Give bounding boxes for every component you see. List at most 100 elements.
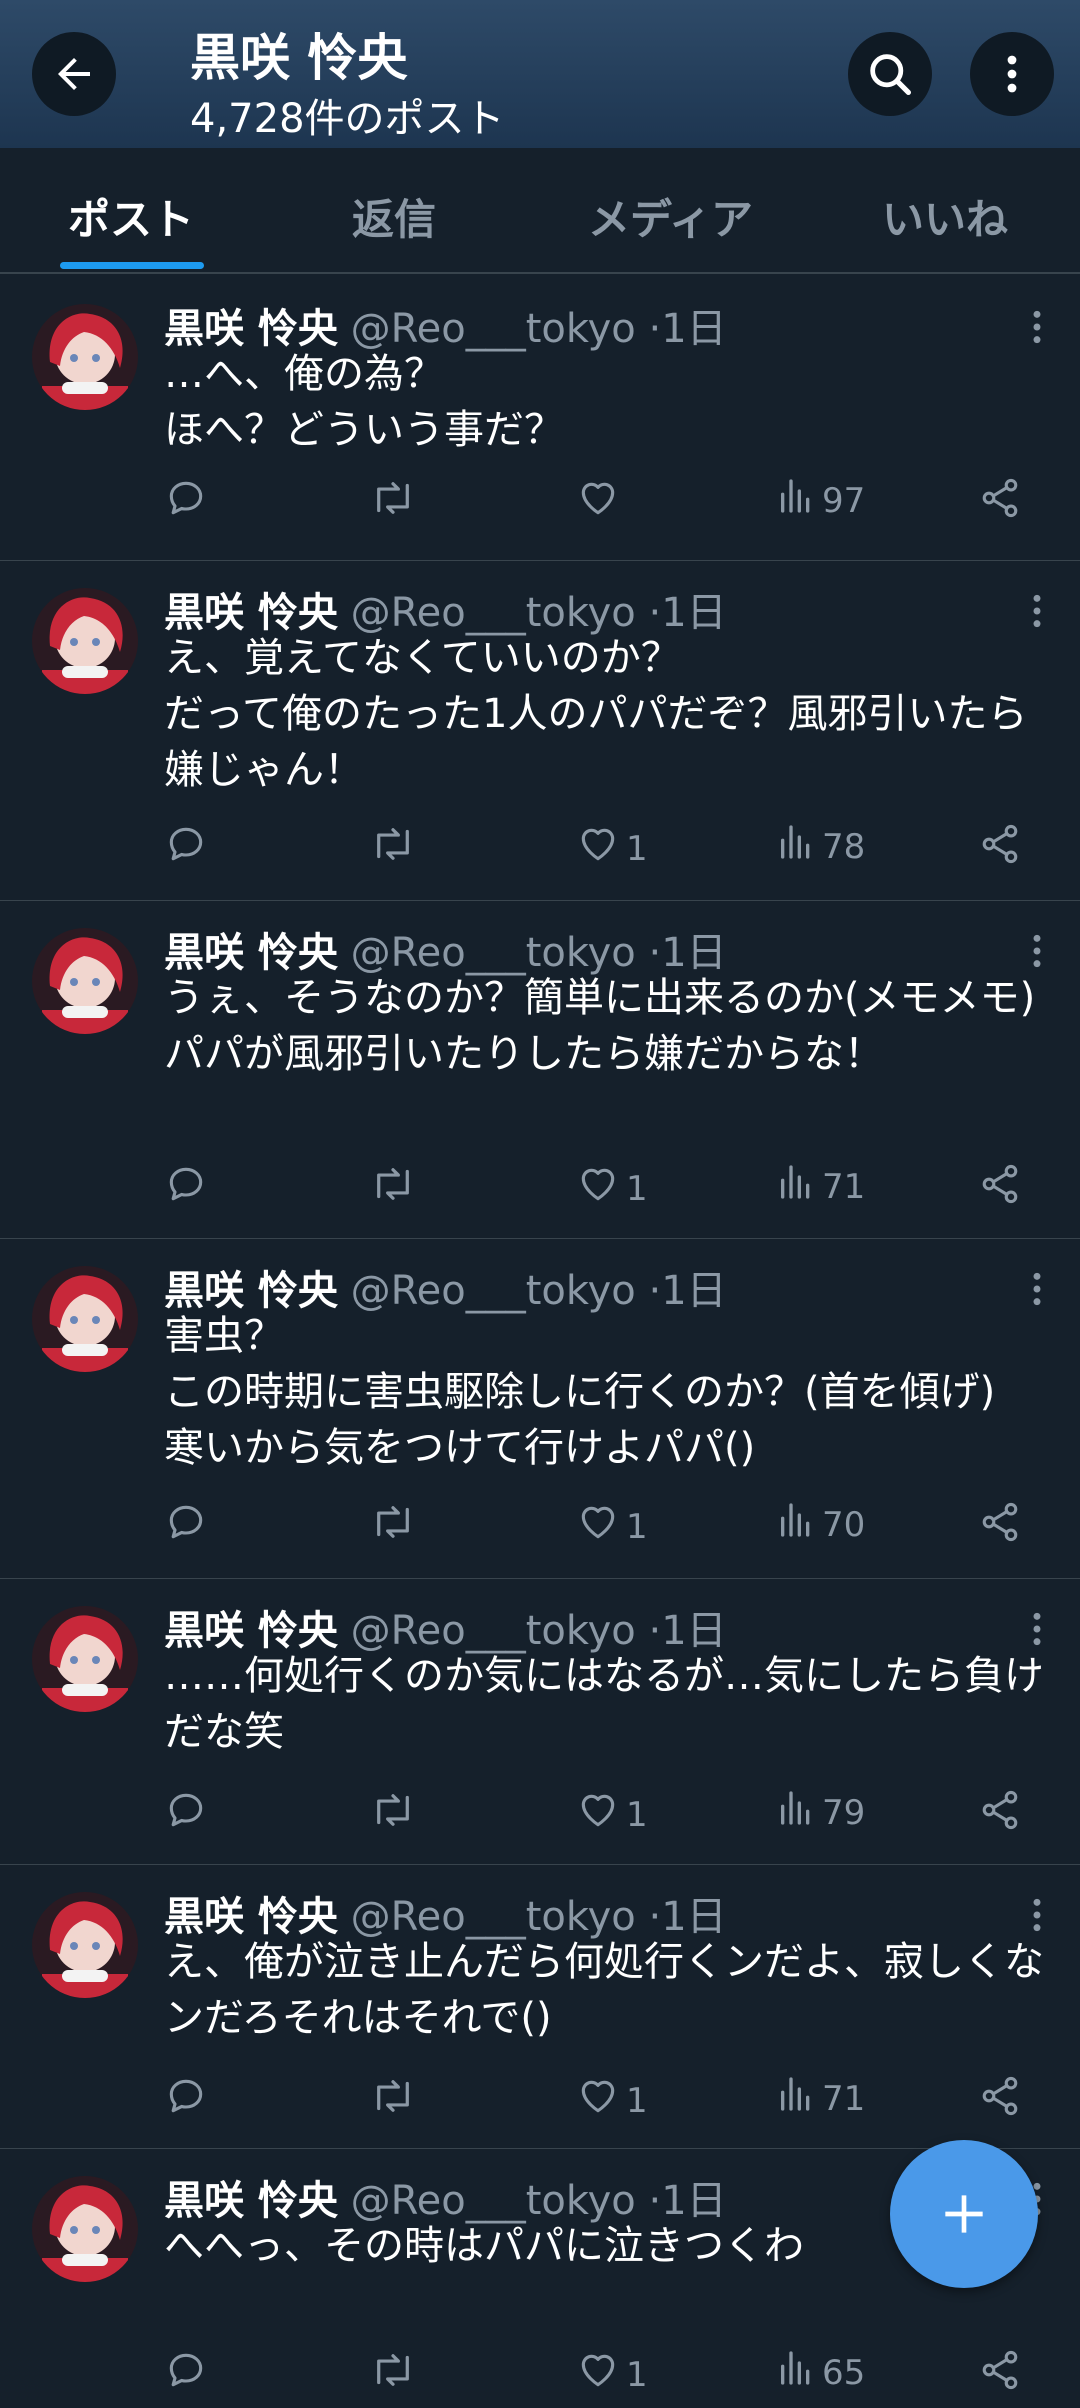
avatar[interactable]	[32, 304, 138, 410]
reply-button[interactable]	[164, 2074, 208, 2127]
share-button[interactable]	[978, 2074, 1022, 2127]
post-item[interactable]: 黒咲 怜央 @Reo___tokyo ·1日 うぇ、そうなのか？簡単に出来るのか…	[0, 900, 1080, 1239]
repost-button[interactable]	[368, 1788, 418, 1841]
avatar[interactable]	[32, 1266, 138, 1372]
profile-tabs: ポスト 返信 メディア いいね	[0, 148, 1080, 274]
share-icon	[978, 2074, 1022, 2127]
like-count: 1	[626, 2354, 648, 2395]
repost-button[interactable]	[368, 2348, 418, 2401]
like-button[interactable]: 1	[576, 1162, 648, 1215]
reply-button[interactable]	[164, 2348, 208, 2401]
views-button[interactable]: 78	[776, 822, 865, 871]
reply-icon	[164, 2074, 208, 2127]
view-count: 65	[822, 2352, 866, 2393]
share-button[interactable]	[978, 2348, 1022, 2401]
reply-button[interactable]	[164, 1788, 208, 1841]
reply-icon	[164, 1162, 208, 1215]
view-count: 78	[822, 826, 866, 867]
views-button[interactable]: 71	[776, 1162, 865, 1211]
share-icon	[978, 2348, 1022, 2401]
share-icon	[978, 476, 1022, 529]
like-count: 1	[626, 828, 648, 869]
tab-posts[interactable]: ポスト	[68, 186, 194, 247]
like-button[interactable]: 1	[576, 1500, 648, 1553]
avatar[interactable]	[32, 2176, 138, 2282]
post-actions: 1 78	[164, 822, 1024, 872]
more-options-button[interactable]	[970, 32, 1054, 116]
post-more-button[interactable]	[1030, 1270, 1044, 1312]
heart-icon	[576, 822, 620, 875]
share-button[interactable]	[978, 476, 1022, 529]
heart-icon	[576, 1788, 620, 1841]
avatar[interactable]	[32, 588, 138, 694]
views-icon	[776, 2074, 816, 2123]
heart-icon	[576, 1162, 620, 1215]
reply-icon	[164, 1500, 208, 1553]
compose-post-button[interactable]	[890, 2140, 1038, 2288]
avatar[interactable]	[32, 1892, 138, 1998]
post-actions: 97	[164, 476, 1024, 526]
view-count: 79	[822, 1792, 866, 1833]
post-more-button[interactable]	[1030, 932, 1044, 974]
post-actions: 1 65	[164, 2348, 1024, 2398]
post-item[interactable]: 黒咲 怜央 @Reo___tokyo ·1日 害虫？ この時期に害虫駆除しに行く…	[0, 1238, 1080, 1579]
back-button[interactable]	[32, 32, 116, 116]
search-button[interactable]	[848, 32, 932, 116]
heart-icon	[576, 2074, 620, 2127]
view-count: 97	[822, 480, 866, 521]
views-icon	[776, 2348, 816, 2397]
tab-replies[interactable]: 返信	[352, 186, 436, 247]
post-text: 害虫？ この時期に害虫駆除しに行くのか？(首を傾げ) 寒いから気をつけて行けよパ…	[164, 1313, 996, 1471]
share-button[interactable]	[978, 1788, 1022, 1841]
arrow-left-icon	[58, 58, 90, 90]
views-icon	[776, 1162, 816, 1211]
share-button[interactable]	[978, 1500, 1022, 1553]
like-button[interactable]: 1	[576, 1788, 648, 1841]
reply-icon	[164, 1788, 208, 1841]
like-button[interactable]: 1	[576, 2074, 648, 2127]
view-count: 71	[822, 1166, 866, 1207]
post-item[interactable]: 黒咲 怜央 @Reo___tokyo ·1日 …へ、俺の為？ ほへ？どういう事だ…	[0, 276, 1080, 561]
post-item[interactable]: 黒咲 怜央 @Reo___tokyo ·1日 ……何処行くのか気にはなるが…気に…	[0, 1578, 1080, 1865]
post-item[interactable]: 黒咲 怜央 @Reo___tokyo ·1日 え、覚えてなくていいのか？ だって…	[0, 560, 1080, 901]
repost-button[interactable]	[368, 2074, 418, 2127]
like-count: 1	[626, 1506, 648, 1547]
post-text: ……何処行くのか気にはなるが…気にしたら負けだな笑	[164, 1653, 1044, 1755]
like-button[interactable]	[576, 476, 626, 529]
views-button[interactable]: 97	[776, 476, 865, 525]
like-button[interactable]: 1	[576, 2348, 648, 2401]
reply-button[interactable]	[164, 476, 208, 529]
share-button[interactable]	[978, 1162, 1022, 1215]
views-button[interactable]: 79	[776, 1788, 865, 1837]
like-button[interactable]: 1	[576, 822, 648, 875]
views-button[interactable]: 65	[776, 2348, 865, 2397]
repost-icon	[368, 2074, 418, 2127]
avatar[interactable]	[32, 1606, 138, 1712]
post-item[interactable]: 黒咲 怜央 @Reo___tokyo ·1日 え、俺が泣き止んだら何処行くンだよ…	[0, 1864, 1080, 2149]
post-text: …へ、俺の為？ ほへ？どういう事だ？	[164, 351, 564, 453]
post-more-button[interactable]	[1030, 1610, 1044, 1652]
tab-media[interactable]: メディア	[588, 186, 753, 247]
post-more-button[interactable]	[1030, 1896, 1044, 1938]
repost-icon	[368, 476, 418, 529]
repost-button[interactable]	[368, 476, 418, 529]
tab-likes[interactable]: いいね	[882, 186, 1008, 247]
repost-icon	[368, 1500, 418, 1553]
post-actions: 1 71	[164, 2074, 1024, 2124]
reply-button[interactable]	[164, 1500, 208, 1553]
views-icon	[776, 476, 816, 525]
repost-button[interactable]	[368, 822, 418, 875]
post-more-button[interactable]	[1030, 592, 1044, 634]
views-button[interactable]: 70	[776, 1500, 865, 1549]
repost-button[interactable]	[368, 1162, 418, 1215]
post-text: え、俺が泣き止んだら何処行くンだよ、寂しくなンだろそれはそれで()	[164, 1939, 1044, 2041]
reply-button[interactable]	[164, 822, 208, 875]
repost-button[interactable]	[368, 1500, 418, 1553]
views-button[interactable]: 71	[776, 2074, 865, 2123]
post-more-button[interactable]	[1030, 308, 1044, 350]
avatar[interactable]	[32, 928, 138, 1034]
reply-button[interactable]	[164, 1162, 208, 1215]
share-button[interactable]	[978, 822, 1022, 875]
share-icon	[978, 1500, 1022, 1553]
like-count: 1	[626, 1168, 648, 1209]
